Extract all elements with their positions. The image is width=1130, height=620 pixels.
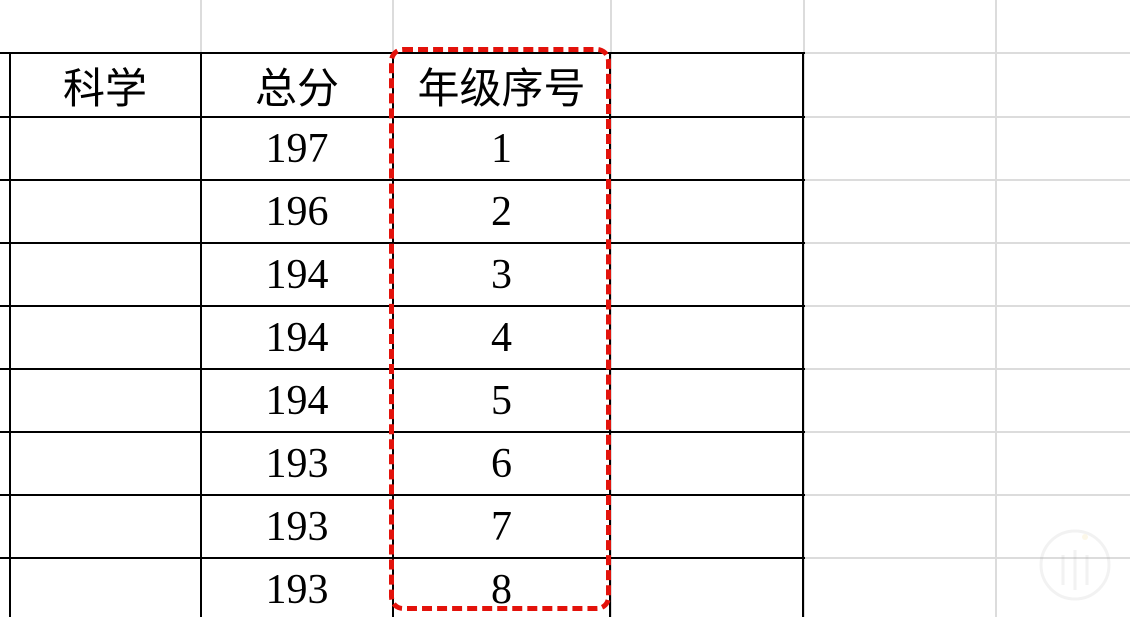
table-border (609, 52, 611, 617)
rank-cell[interactable]: 3 (394, 244, 609, 305)
science-cell[interactable] (10, 370, 200, 431)
table-border (802, 116, 804, 617)
rank-cell[interactable]: 1 (394, 118, 609, 179)
total-cell[interactable]: 194 (202, 370, 392, 431)
rank-cell[interactable]: 4 (394, 307, 609, 368)
science-cell[interactable] (10, 433, 200, 494)
science-cell[interactable] (10, 496, 200, 557)
header-cell-science[interactable]: 科学 (10, 54, 200, 116)
rank-cell[interactable]: 5 (394, 370, 609, 431)
total-cell[interactable]: 194 (202, 244, 392, 305)
watermark-icon (1039, 529, 1111, 601)
rank-cell[interactable]: 2 (394, 181, 609, 242)
total-cell[interactable]: 193 (202, 496, 392, 557)
column-gridline (995, 0, 997, 617)
science-cell[interactable] (10, 244, 200, 305)
science-cell[interactable] (10, 181, 200, 242)
total-cell[interactable]: 197 (202, 118, 392, 179)
total-cell[interactable]: 194 (202, 307, 392, 368)
total-cell[interactable]: 196 (202, 181, 392, 242)
table-border (802, 52, 804, 117)
empty-cell[interactable] (611, 54, 802, 116)
science-cell[interactable] (10, 559, 200, 620)
science-cell[interactable] (10, 307, 200, 368)
rank-cell[interactable]: 6 (394, 433, 609, 494)
spreadsheet-grid[interactable]: 科学 总分 年级序号 197 1 196 2 194 3 194 4 194 5… (0, 0, 1130, 617)
header-cell-grade-rank[interactable]: 年级序号 (394, 54, 609, 116)
rank-cell[interactable]: 7 (394, 496, 609, 557)
total-cell[interactable]: 193 (202, 559, 392, 620)
header-cell-total[interactable]: 总分 (202, 54, 392, 116)
total-cell[interactable]: 193 (202, 433, 392, 494)
science-cell[interactable] (10, 118, 200, 179)
rank-cell[interactable]: 8 (394, 559, 609, 620)
